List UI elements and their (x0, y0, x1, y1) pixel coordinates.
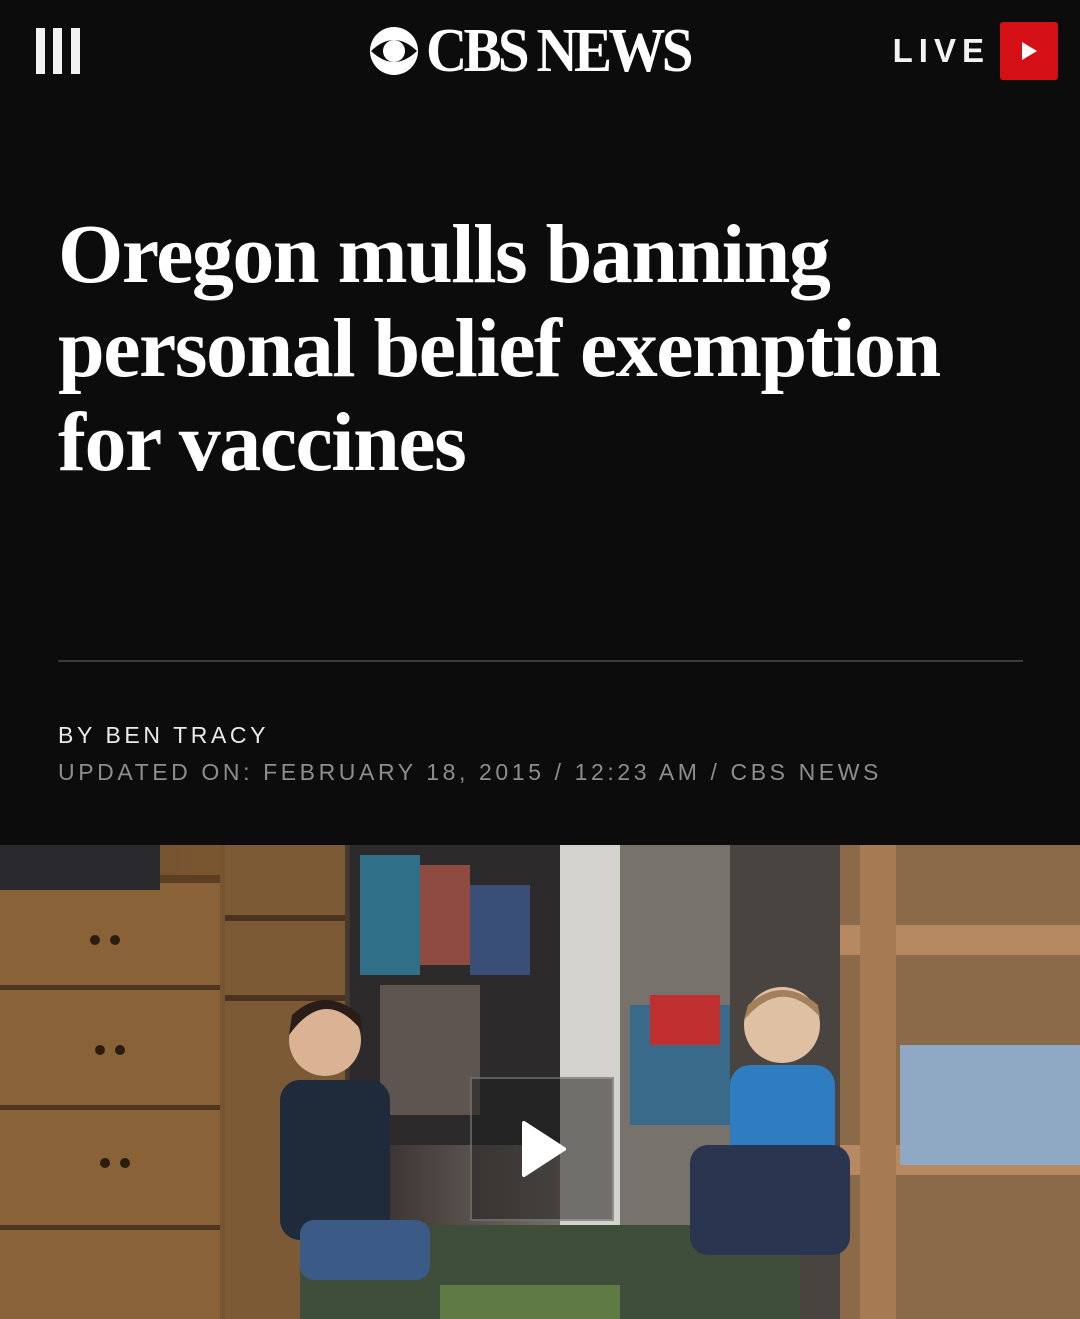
video-play-button[interactable] (470, 1077, 614, 1221)
article-dateline: UPDATED ON: FEBRUARY 18, 2015 / 12:23 AM… (58, 759, 882, 785)
cbs-eye-icon (370, 27, 418, 75)
play-icon (522, 1121, 566, 1177)
cbs-news-logo[interactable]: CBS NEWS (368, 20, 713, 82)
article-headline: Oregon mulls banning personal belief exe… (58, 208, 941, 489)
live-play-button[interactable] (1000, 22, 1058, 80)
live-label: LIVE (892, 32, 990, 69)
divider (58, 660, 1023, 662)
logo-text: CBS NEWS (426, 17, 693, 85)
play-triangle-icon (1022, 42, 1037, 60)
hamburger-menu-icon[interactable] (36, 28, 80, 74)
author-byline: BY BEN TRACY (58, 722, 270, 748)
live-button[interactable]: LIVE (893, 22, 1058, 80)
video-player[interactable] (0, 845, 1080, 1319)
top-navigation-bar: CBS NEWS LIVE (0, 0, 1080, 105)
